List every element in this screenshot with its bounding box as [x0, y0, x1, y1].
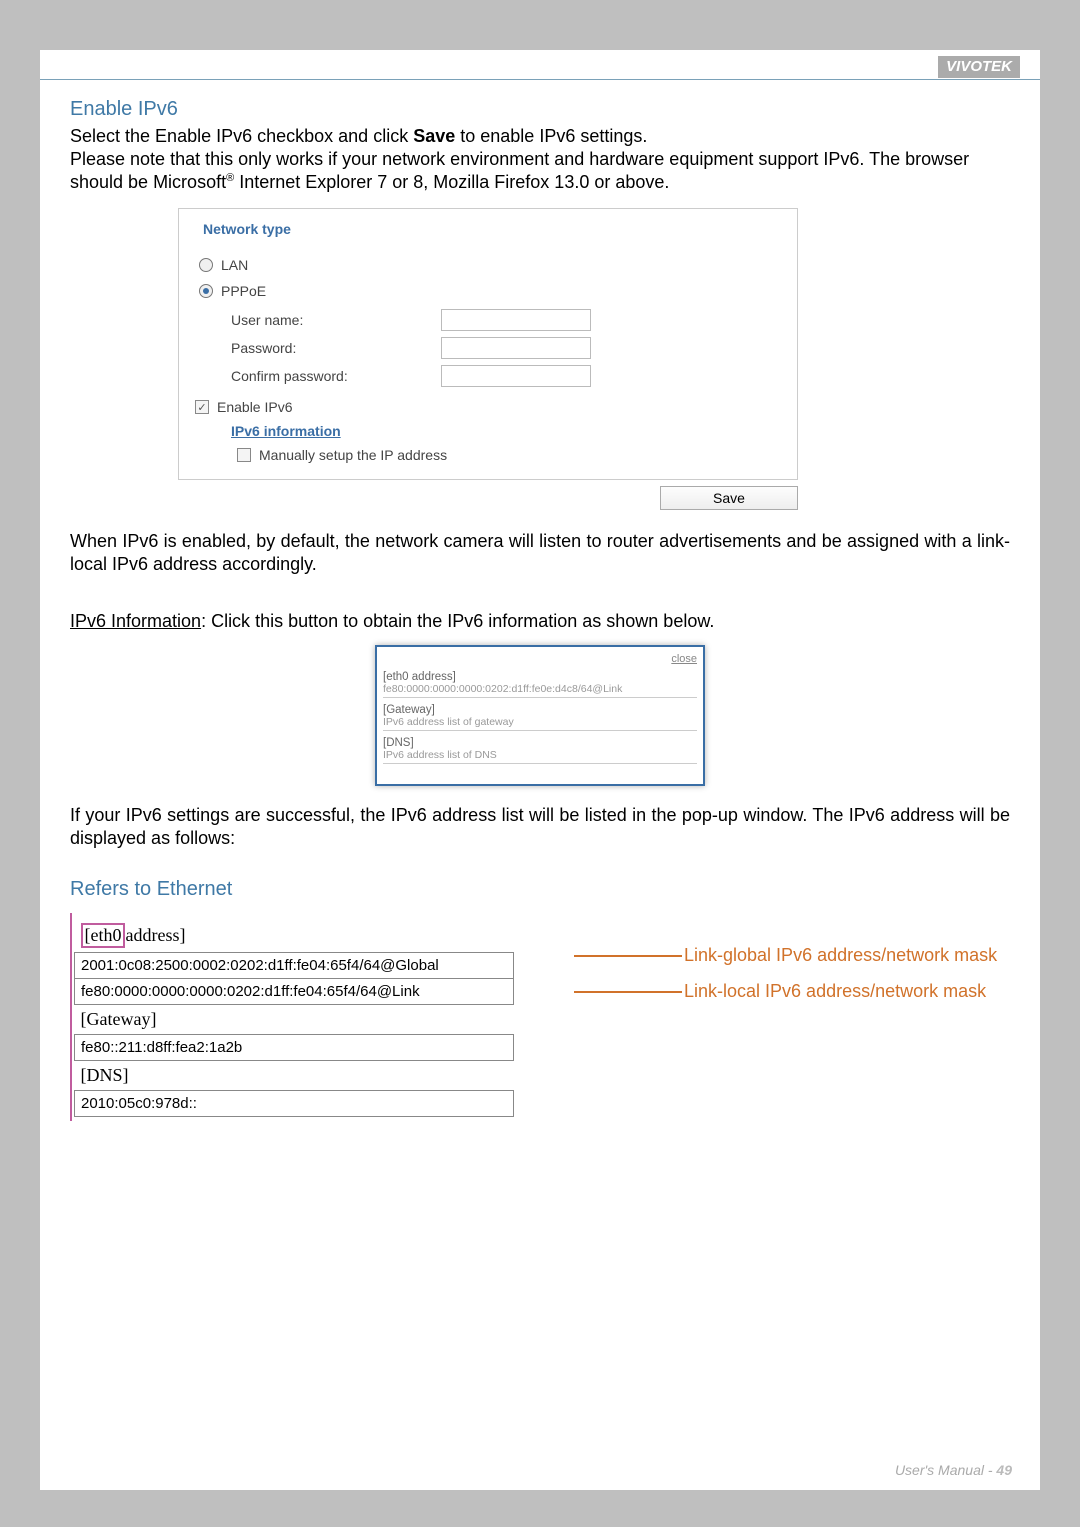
enable-ipv6-checkbox[interactable]: ✓ Enable IPv6 [195, 399, 781, 415]
popup-dns-label: [DNS] [383, 737, 697, 749]
intro-paragraph-1: Select the Enable IPv6 checkbox and clic… [70, 125, 1010, 148]
radio-lan[interactable]: LAN [199, 257, 781, 273]
ipv6-info-popup: close [eth0 address] fe80:0000:0000:0000… [375, 645, 705, 786]
password-input[interactable] [441, 337, 591, 359]
paragraph-success: If your IPv6 settings are successful, th… [70, 804, 1010, 850]
manual-ip-label: Manually setup the IP address [259, 447, 447, 463]
page-footer: User's Manual - 49 [895, 1462, 1012, 1478]
paragraph-ipv6-enabled: When IPv6 is enabled, by default, the ne… [70, 530, 1010, 576]
confirm-password-label: Confirm password: [231, 368, 441, 384]
highlight-bar [70, 913, 72, 1121]
eth0-link-address: fe80:0000:0000:0000:0202:d1ff:fe04:65f4/… [75, 979, 514, 1005]
header-bar: VIVOTEK [40, 50, 1040, 80]
enable-ipv6-label: Enable IPv6 [217, 399, 293, 415]
popup-close-link[interactable]: close [383, 653, 697, 665]
checkbox-icon [237, 448, 251, 462]
manual-ip-checkbox[interactable]: Manually setup the IP address [237, 447, 781, 463]
username-input[interactable] [441, 309, 591, 331]
connector-line [574, 991, 682, 993]
section-title-refers-ethernet: Refers to Ethernet [70, 878, 1010, 901]
intro-paragraph-2: Please note that this only works if your… [70, 148, 1010, 194]
annotation-link-global: Link-global IPv6 address/network mask [684, 945, 997, 966]
eth0-global-address: 2001:0c08:2500:0002:0202:d1ff:fe04:65f4/… [75, 953, 514, 979]
popup-dns-value: IPv6 address list of DNS [383, 749, 697, 764]
confirm-password-input[interactable] [441, 365, 591, 387]
gateway-header: [Gateway] [75, 1005, 514, 1035]
ethernet-address-block: [eth0address] 2001:0c08:2500:0002:0202:d… [70, 919, 1010, 1117]
radio-icon [199, 258, 213, 272]
network-type-panel: Network type LAN PPPoE User name: Passwo… [178, 208, 798, 510]
radio-pppoe[interactable]: PPPoE [199, 283, 781, 299]
network-type-legend: Network type [199, 221, 295, 237]
username-label: User name: [231, 312, 441, 328]
popup-gateway-value: IPv6 address list of gateway [383, 716, 697, 731]
radio-pppoe-label: PPPoE [221, 283, 266, 299]
popup-eth-value: fe80:0000:0000:0000:0202:d1ff:fe0e:d4c8/… [383, 683, 697, 698]
brand-logo: VIVOTEK [938, 56, 1020, 78]
section-title-enable-ipv6: Enable IPv6 [70, 98, 1010, 121]
paragraph-ipv6-info: IPv6 Information: Click this button to o… [70, 610, 1010, 633]
popup-eth-label: [eth0 address] [383, 671, 697, 683]
popup-gateway-label: [Gateway] [383, 704, 697, 716]
ipv6-information-link[interactable]: IPv6 information [231, 423, 341, 439]
gateway-value: fe80::211:d8ff:fea2:1a2b [75, 1035, 514, 1061]
dns-header: [DNS] [75, 1061, 514, 1091]
password-label: Password: [231, 340, 441, 356]
checkbox-icon: ✓ [195, 400, 209, 414]
connector-line [574, 955, 682, 957]
dns-value: 2010:05c0:978d:: [75, 1091, 514, 1117]
radio-icon [199, 284, 213, 298]
radio-lan-label: LAN [221, 257, 248, 273]
save-button[interactable]: Save [660, 486, 798, 510]
eth0-header: [eth0address] [75, 919, 514, 953]
annotation-link-local: Link-local IPv6 address/network mask [684, 981, 986, 1002]
